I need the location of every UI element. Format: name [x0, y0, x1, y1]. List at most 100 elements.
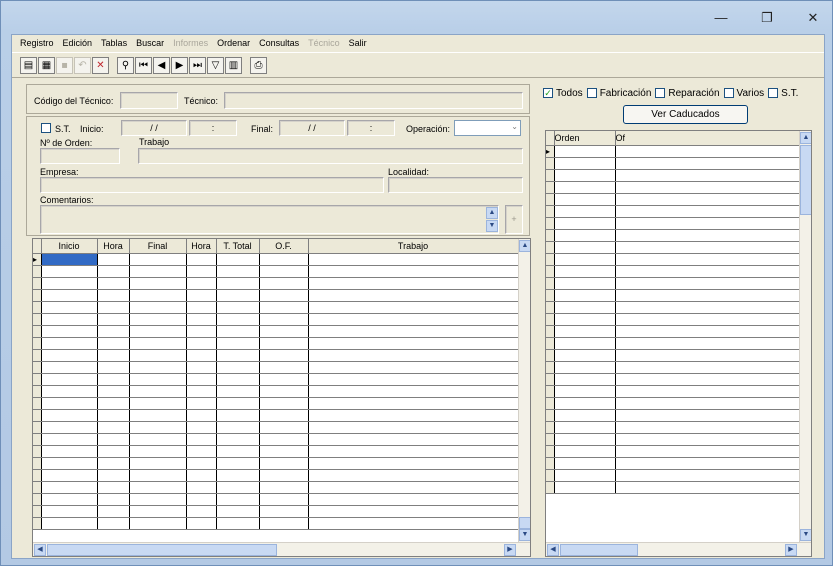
table-cell[interactable]: [186, 325, 217, 338]
table-row[interactable]: [546, 421, 800, 434]
table-row[interactable]: [546, 385, 800, 398]
table-cell[interactable]: [615, 181, 800, 194]
table-cell[interactable]: [41, 361, 98, 374]
table-cell[interactable]: [259, 409, 309, 422]
table-row[interactable]: [546, 241, 800, 254]
table-cell[interactable]: [97, 349, 130, 362]
table-cell[interactable]: [41, 265, 98, 278]
table-cell[interactable]: [186, 289, 217, 302]
table-cell[interactable]: [97, 373, 130, 386]
edit-record-icon[interactable]: ▦: [38, 56, 55, 74]
table-cell[interactable]: [129, 325, 187, 338]
table-row[interactable]: [546, 301, 800, 314]
table-row[interactable]: [546, 373, 800, 386]
table-cell[interactable]: [259, 289, 309, 302]
first-record-icon[interactable]: ⏮: [135, 56, 152, 74]
horizontal-scrollbar[interactable]: ◀ ▶: [33, 542, 530, 556]
table-cell[interactable]: [129, 301, 187, 314]
table-cell[interactable]: [308, 505, 519, 518]
table-cell[interactable]: [554, 397, 616, 410]
filter-reparacin[interactable]: Reparación: [655, 88, 720, 99]
table-cell[interactable]: [308, 325, 519, 338]
table-cell[interactable]: [97, 481, 130, 494]
table-cell[interactable]: [308, 277, 519, 290]
menu-registro[interactable]: Registro: [20, 38, 54, 48]
table-row[interactable]: [546, 157, 800, 170]
table-row[interactable]: [546, 217, 800, 230]
table-row[interactable]: [33, 409, 519, 422]
table-cell[interactable]: [615, 217, 800, 230]
table-cell[interactable]: [97, 301, 130, 314]
table-cell[interactable]: [615, 421, 800, 434]
checkbox-icon[interactable]: ✓: [543, 88, 553, 98]
table-cell[interactable]: [259, 469, 309, 482]
table-cell[interactable]: [615, 169, 800, 182]
table-cell[interactable]: [129, 385, 187, 398]
column-header[interactable]: Hora: [97, 239, 130, 254]
checkbox-icon[interactable]: [723, 88, 734, 98]
scroll-up-icon[interactable]: ▲: [486, 207, 498, 219]
table-row[interactable]: [33, 325, 519, 338]
table-row[interactable]: [33, 349, 519, 362]
table-cell[interactable]: [554, 421, 616, 434]
table-cell[interactable]: [259, 301, 309, 314]
table-cell[interactable]: [216, 337, 260, 350]
table-cell[interactable]: [554, 169, 616, 182]
table-cell[interactable]: [216, 289, 260, 302]
table-cell[interactable]: [129, 349, 187, 362]
st-checkbox[interactable]: [41, 123, 51, 133]
table-row[interactable]: [546, 277, 800, 290]
table-cell[interactable]: [615, 289, 800, 302]
table-cell[interactable]: [554, 313, 616, 326]
table-cell[interactable]: [308, 349, 519, 362]
table-cell[interactable]: [615, 385, 800, 398]
horizontal-scrollbar[interactable]: ◀ ▶: [546, 542, 811, 556]
table-cell[interactable]: [554, 145, 616, 158]
table-cell[interactable]: [41, 253, 98, 266]
table-cell[interactable]: [216, 517, 260, 530]
table-cell[interactable]: [615, 397, 800, 410]
table-row[interactable]: [33, 301, 519, 314]
table-cell[interactable]: [41, 505, 98, 518]
table-cell[interactable]: [308, 397, 519, 410]
table-cell[interactable]: [186, 337, 217, 350]
table-row[interactable]: [33, 457, 519, 470]
last-record-icon[interactable]: ⏭: [189, 56, 206, 74]
table-cell[interactable]: [554, 361, 616, 374]
table-cell[interactable]: [186, 265, 217, 278]
table-cell[interactable]: [97, 289, 130, 302]
table-cell[interactable]: [259, 433, 309, 446]
table-cell[interactable]: [554, 205, 616, 218]
table-cell[interactable]: [216, 277, 260, 290]
table-cell[interactable]: [308, 253, 519, 266]
table-cell[interactable]: [97, 433, 130, 446]
ver-caducados-button[interactable]: Ver Caducados: [623, 105, 748, 124]
table-cell[interactable]: [259, 253, 309, 266]
filter-varios[interactable]: Varios: [723, 88, 764, 99]
column-header[interactable]: Inicio: [41, 239, 98, 254]
table-cell[interactable]: [554, 457, 616, 470]
table-cell[interactable]: [554, 253, 616, 266]
table-cell[interactable]: [41, 277, 98, 290]
table-cell[interactable]: [41, 409, 98, 422]
table-cell[interactable]: [41, 385, 98, 398]
table-cell[interactable]: [615, 325, 800, 338]
column-header[interactable]: O.F.: [259, 239, 309, 254]
table-row[interactable]: [546, 193, 800, 206]
codigo-tecnico-field[interactable]: [120, 92, 178, 109]
table-cell[interactable]: [186, 349, 217, 362]
table-cell[interactable]: [129, 265, 187, 278]
menu-consultas[interactable]: Consultas: [259, 38, 299, 48]
table-cell[interactable]: [216, 313, 260, 326]
table-cell[interactable]: [554, 469, 616, 482]
table-cell[interactable]: [97, 469, 130, 482]
table-cell[interactable]: [186, 301, 217, 314]
table-cell[interactable]: [41, 445, 98, 458]
table-cell[interactable]: [308, 265, 519, 278]
table-cell[interactable]: [41, 337, 98, 350]
delete-icon[interactable]: ✕: [92, 56, 109, 74]
table-cell[interactable]: [554, 337, 616, 350]
table-row[interactable]: [33, 361, 519, 374]
table-cell[interactable]: [615, 253, 800, 266]
table-row[interactable]: [546, 169, 800, 182]
